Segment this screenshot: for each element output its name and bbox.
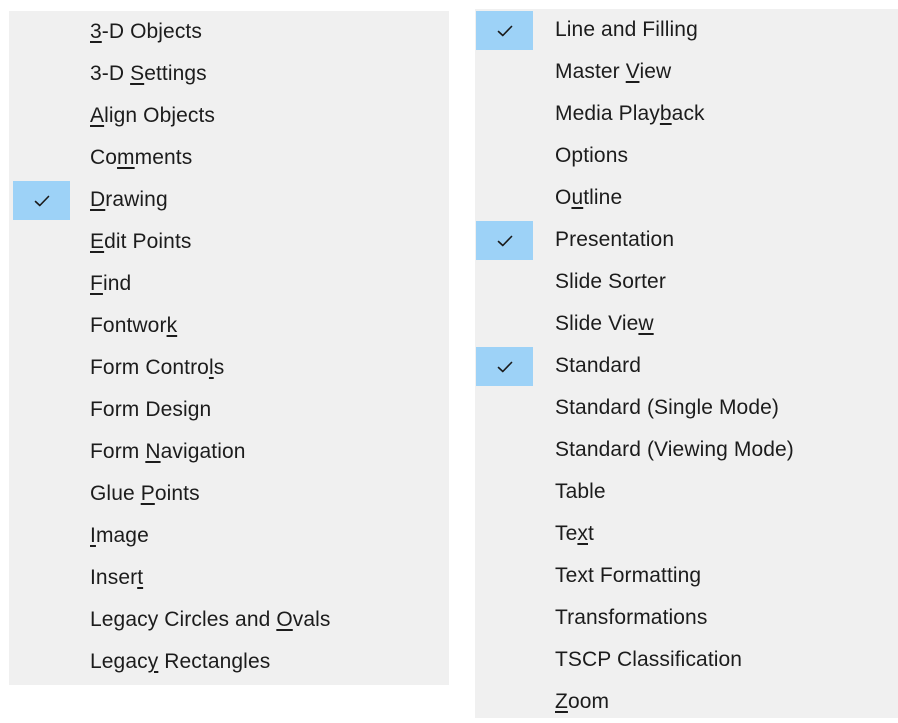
menu-item-label: Image: [90, 524, 149, 547]
menu-item-label: Outline: [555, 186, 623, 209]
menu-item-label: Text: [555, 522, 594, 545]
menu-item-drawing[interactable]: Drawing: [9, 179, 449, 221]
menu-item-text[interactable]: Text: [475, 513, 898, 555]
menu-item-comments[interactable]: Comments: [9, 137, 449, 179]
menu-item-label: Glue Points: [90, 482, 200, 505]
menu-item-zoom[interactable]: Zoom: [475, 681, 898, 723]
menu-item-label: Legacy Rectangles: [90, 650, 271, 673]
menu-item-label: Standard: [555, 354, 642, 377]
menu-item-transformations[interactable]: Transformations: [475, 597, 898, 639]
menu-item-options[interactable]: Options: [475, 135, 898, 177]
menu-item-3-d-settings[interactable]: 3-D Settings: [9, 53, 449, 95]
menu-item-form-controls[interactable]: Form Controls: [9, 347, 449, 389]
menu-item-form-design[interactable]: Form Design: [9, 389, 449, 431]
menu-item-label: Fontwork: [90, 314, 178, 337]
menu-item-label: Drawing: [90, 188, 168, 211]
menu-item-label: Slide View: [555, 312, 654, 335]
menu-item-presentation[interactable]: Presentation: [475, 219, 898, 261]
menu-item-label: Form Controls: [90, 356, 225, 379]
menu-item-label: Find: [90, 272, 132, 295]
menu-item-label: Text Formatting: [555, 564, 702, 587]
menu-item-label: 3-D Objects: [90, 20, 202, 43]
menu-item-label: Insert: [90, 566, 144, 589]
menu-item-label: Legacy Circles and Ovals: [90, 608, 331, 631]
menu-item-label: Table: [555, 480, 606, 503]
menu-item-master-view[interactable]: Master View: [475, 51, 898, 93]
menu-item-legacy-circles-and-ovals[interactable]: Legacy Circles and Ovals: [9, 599, 449, 641]
menu-item-label: Standard (Viewing Mode): [555, 438, 794, 461]
menu-item-slide-view[interactable]: Slide View: [475, 303, 898, 345]
menu-item-insert[interactable]: Insert: [9, 557, 449, 599]
checkmark-icon: [476, 347, 533, 386]
menu-item-3-d-objects[interactable]: 3-D Objects: [9, 11, 449, 53]
checkmark-icon: [476, 221, 533, 260]
menu-item-label: Media Playback: [555, 102, 705, 125]
toolbars-menu-left: 3-D Objects 3-D Settings Align Objects Comm…: [9, 11, 449, 685]
menu-item-label: Zoom: [555, 690, 610, 713]
menu-item-label: Align Objects: [90, 104, 216, 127]
menu-item-text-formatting[interactable]: Text Formatting: [475, 555, 898, 597]
menu-item-label: Slide Sorter: [555, 270, 666, 293]
menu-item-label: TSCP Classification: [555, 648, 743, 671]
menu-item-align-objects[interactable]: Align Objects: [9, 95, 449, 137]
menu-item-outline[interactable]: Outline: [475, 177, 898, 219]
menu-item-label: Master View: [555, 60, 672, 83]
menu-item-legacy-rectangles[interactable]: Legacy Rectangles: [9, 641, 449, 683]
toolbars-menu-right: Line and Filling Master View Media Playbac…: [475, 9, 898, 718]
menu-item-slide-sorter[interactable]: Slide Sorter: [475, 261, 898, 303]
checkmark-icon: [13, 181, 70, 220]
menu-item-standard[interactable]: Standard: [475, 345, 898, 387]
menu-item-table[interactable]: Table: [475, 471, 898, 513]
menu-item-tscp-classification[interactable]: TSCP Classification: [475, 639, 898, 681]
menu-item-standard-viewing-mode[interactable]: Standard (Viewing Mode): [475, 429, 898, 471]
menu-item-standard-single-mode[interactable]: Standard (Single Mode): [475, 387, 898, 429]
menu-item-label: 3-D Settings: [90, 62, 207, 85]
menu-item-label: Comments: [90, 146, 193, 169]
menu-item-label: Edit Points: [90, 230, 192, 253]
menu-item-find[interactable]: Find: [9, 263, 449, 305]
menu-item-glue-points[interactable]: Glue Points: [9, 473, 449, 515]
menu-item-label: Line and Filling: [555, 18, 698, 41]
menu-item-label: Options: [555, 144, 629, 167]
menu-item-line-and-filling[interactable]: Line and Filling: [475, 9, 898, 51]
menu-item-edit-points[interactable]: Edit Points: [9, 221, 449, 263]
menu-item-form-navigation[interactable]: Form Navigation: [9, 431, 449, 473]
menu-item-label: Standard (Single Mode): [555, 396, 779, 419]
menu-item-image[interactable]: Image: [9, 515, 449, 557]
checkmark-icon: [476, 11, 533, 50]
menu-item-media-playback[interactable]: Media Playback: [475, 93, 898, 135]
menu-item-label: Form Navigation: [90, 440, 246, 463]
menu-item-label: Form Design: [90, 398, 212, 421]
menu-item-label: Presentation: [555, 228, 675, 251]
menu-item-label: Transformations: [555, 606, 708, 629]
menu-item-fontwork[interactable]: Fontwork: [9, 305, 449, 347]
